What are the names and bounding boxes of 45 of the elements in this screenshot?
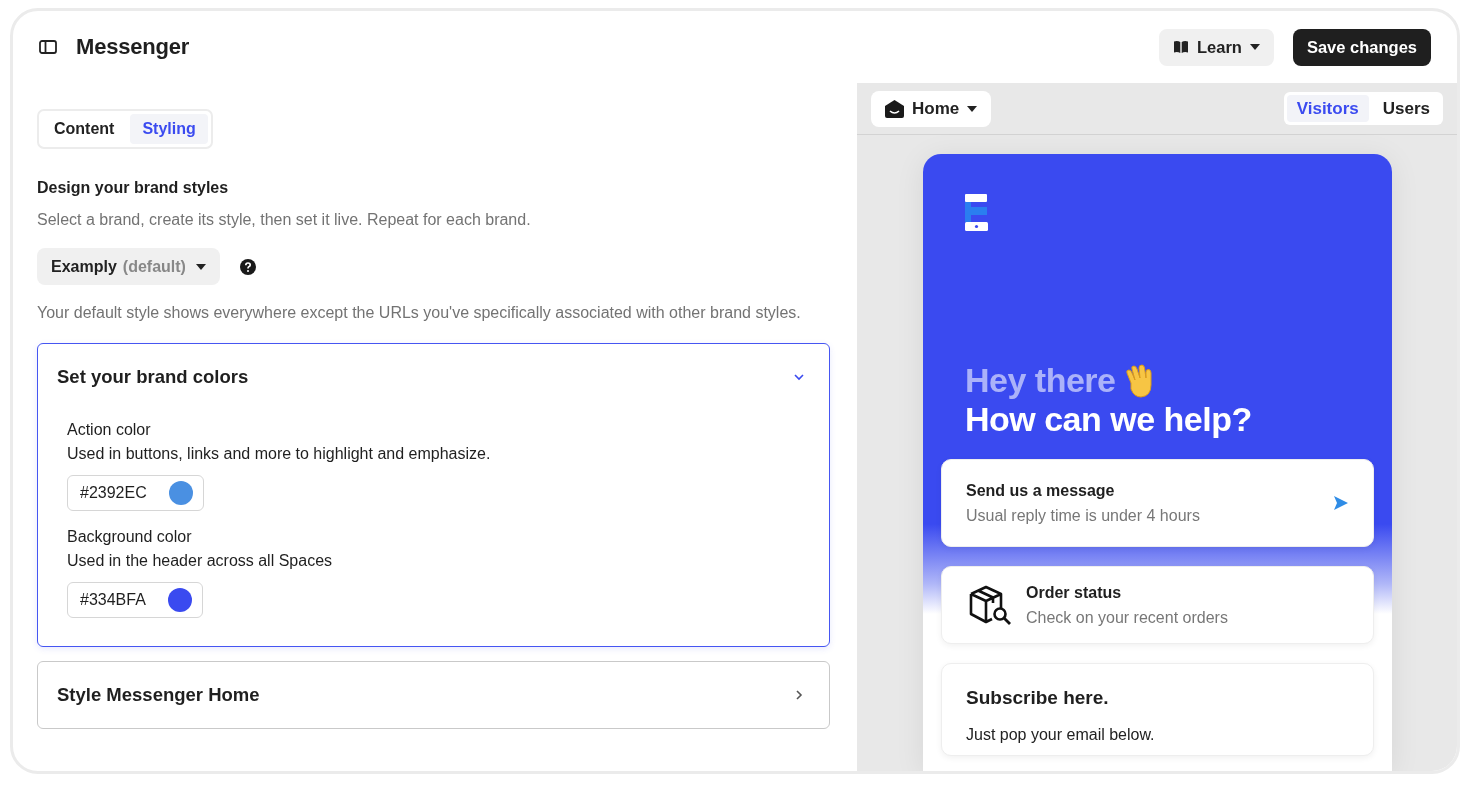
- sidebar-toggle-icon[interactable]: [39, 40, 57, 54]
- section-heading: Design your brand styles: [37, 179, 230, 197]
- page-dropdown[interactable]: Home: [871, 90, 992, 127]
- tab[interactable]: Content: [42, 114, 127, 144]
- audience-tab[interactable]: Users: [1372, 95, 1440, 122]
- field-description: Used in buttons, links and more to highlight and emphasize.: [67, 444, 492, 464]
- card-title: Subscribe here.: [966, 686, 1110, 710]
- color-swatch[interactable]: [168, 481, 193, 505]
- book-icon: [1173, 40, 1189, 54]
- chevron-down-icon[interactable]: [793, 371, 805, 383]
- color-swatch[interactable]: [167, 588, 192, 612]
- caret-icon: [967, 105, 978, 112]
- caret-icon: [195, 263, 206, 270]
- inbox-icon: [885, 99, 904, 118]
- page-title: Messenger: [76, 34, 190, 60]
- accordion-title[interactable]: Style Messenger Home: [57, 684, 260, 706]
- audience-tab[interactable]: Visitors: [1286, 95, 1369, 122]
- color-value: #2392EC: [80, 484, 147, 502]
- learn-button[interactable]: Learn: [1159, 28, 1274, 66]
- card-subtitle: Usual reply time is under 4 hours: [966, 505, 1201, 526]
- caret-icon: [1249, 44, 1260, 50]
- headline-text: How can we help?: [965, 400, 1253, 439]
- send-icon[interactable]: [1333, 495, 1349, 511]
- save-button[interactable]: Save changes: [1292, 28, 1431, 66]
- section-description: Select a brand, create its style, then set it live. Repeat for each brand.: [37, 210, 532, 230]
- logo-icon: [965, 194, 988, 231]
- field-description: Used in the header across all Spaces: [67, 551, 334, 571]
- card-title: Order status: [1026, 582, 1123, 603]
- accordion-title[interactable]: Set your brand colors: [57, 366, 249, 388]
- card-title: Send us a message: [966, 480, 1116, 501]
- greeting-text: Hey there: [965, 361, 1116, 400]
- card-subtitle: Just pop your email below.: [966, 725, 1156, 745]
- preview-card[interactable]: Order status Check on your recent orders: [941, 566, 1374, 644]
- color-input-field[interactable]: #334BFA: [67, 582, 203, 618]
- brand-dropdown[interactable]: Examply (default): [37, 248, 220, 285]
- help-icon[interactable]: [239, 258, 256, 275]
- card-subtitle: Check on your recent orders: [1026, 607, 1229, 628]
- field-label: Background color: [67, 527, 193, 547]
- color-value: #334BFA: [80, 591, 146, 609]
- preview-card[interactable]: Send us a message Usual reply time is under 4 hours: [941, 459, 1374, 547]
- chevron-right-icon[interactable]: [793, 689, 805, 701]
- tab[interactable]: Styling: [130, 114, 208, 144]
- field-label: Action color: [67, 420, 152, 440]
- color-input-field[interactable]: #2392EC: [67, 475, 204, 511]
- note-text: Your default style shows everywhere except the URLs you've specifically associated with other brand styles.: [37, 303, 802, 323]
